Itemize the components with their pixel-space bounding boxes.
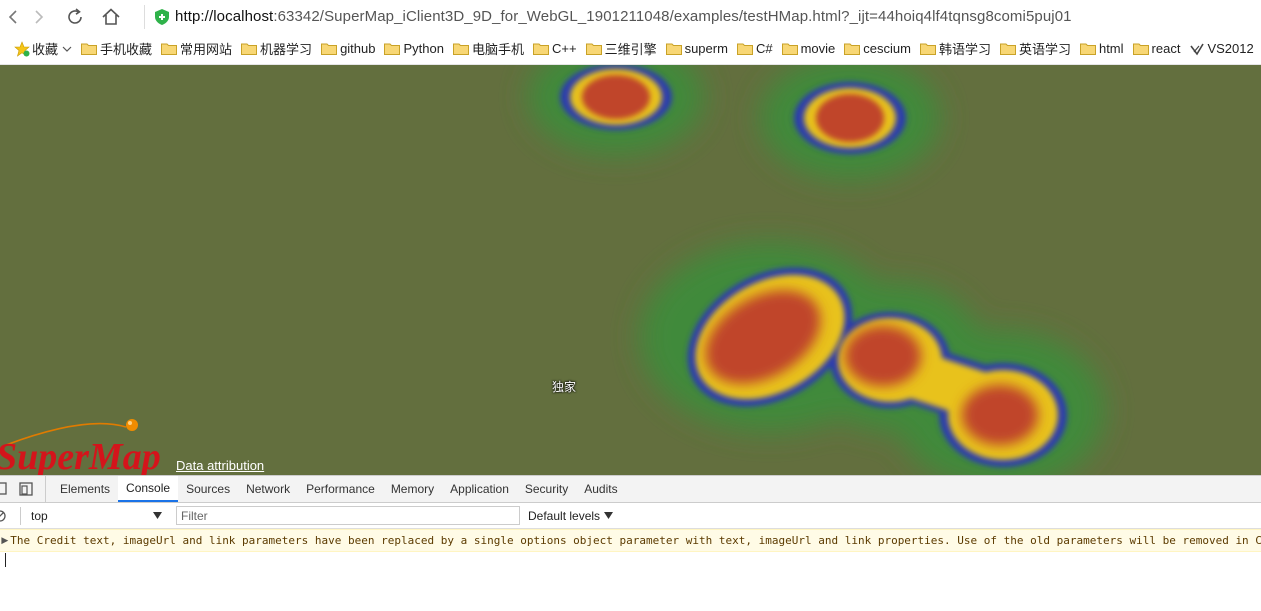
chevron-right-icon xyxy=(35,9,44,24)
map-place-label: 独家 xyxy=(552,380,577,394)
tab-application[interactable]: Application xyxy=(442,476,517,502)
devtools-tabbar: Elements Console Sources Network Performance… xyxy=(0,475,1261,503)
bookmark-item[interactable]: Python xyxy=(384,41,444,56)
tab-memory[interactable]: Memory xyxy=(383,476,442,502)
heat-blob xyxy=(528,65,704,155)
bookmark-item[interactable]: 英语学习 xyxy=(999,39,1071,58)
back-button[interactable] xyxy=(0,4,26,30)
folder-icon xyxy=(532,43,549,55)
tab-network[interactable]: Network xyxy=(238,476,298,502)
bookmark-item[interactable]: react xyxy=(1132,41,1180,56)
folder-icon xyxy=(999,43,1016,55)
vs-icon xyxy=(1190,43,1205,55)
bookmark-favorites[interactable]: 收藏 xyxy=(14,39,72,58)
bookmark-item[interactable]: VS2012 xyxy=(1189,41,1254,56)
folder-icon xyxy=(844,43,861,55)
url-field[interactable]: http://localhost:63342/SuperMap_iClient3… xyxy=(144,4,1072,29)
reload-button[interactable] xyxy=(62,4,88,30)
folder-icon xyxy=(81,43,98,55)
folder-icon xyxy=(241,43,258,55)
folder-icon xyxy=(665,43,682,55)
supermap-logo: SuperMap xyxy=(0,417,171,475)
folder-icon xyxy=(384,43,401,55)
console-toolbar: top Default levels xyxy=(0,503,1261,529)
forward-button[interactable] xyxy=(26,4,52,30)
folder-icon xyxy=(781,43,798,55)
reload-icon xyxy=(68,7,82,24)
chevron-left-icon xyxy=(8,9,17,24)
shield-icon xyxy=(155,8,169,25)
dropdown-arrow-icon xyxy=(153,512,162,519)
folder-icon xyxy=(919,43,936,55)
heatmap-viewport[interactable]: 独家 SuperMap Data attribution xyxy=(0,65,1261,475)
address-bar: http://localhost:63342/SuperMap_iClient3… xyxy=(0,0,1261,33)
bookmark-item[interactable]: superm xyxy=(665,41,728,56)
heat-blob-cluster xyxy=(640,242,1105,475)
bookmark-item[interactable]: html xyxy=(1079,41,1124,56)
dropdown-arrow-icon xyxy=(604,512,614,519)
console-filter-input[interactable] xyxy=(176,506,520,525)
chevron-down-icon xyxy=(62,46,72,52)
folder-icon xyxy=(736,43,753,55)
bookmark-item[interactable]: 三维引擎 xyxy=(585,39,657,58)
tab-console[interactable]: Console xyxy=(118,476,179,502)
data-attribution-link[interactable]: Data attribution xyxy=(176,458,264,473)
tab-performance[interactable]: Performance xyxy=(298,476,383,502)
bookmark-item[interactable]: 手机收藏 xyxy=(81,39,152,58)
console-prompt-caret[interactable] xyxy=(5,553,6,567)
tab-elements[interactable]: Elements xyxy=(52,476,118,502)
bookmark-item[interactable]: 常用网站 xyxy=(161,39,232,58)
folder-icon xyxy=(585,43,602,55)
bookmark-item[interactable]: C++ xyxy=(532,41,577,56)
devtools-tab-list: Elements Console Sources Network Performance… xyxy=(52,476,626,502)
bookmark-list: 手机收藏 常用网站 机器学习 github Python 电脑手机 C++ 三维引擎 super… xyxy=(81,39,1261,58)
bookmark-item[interactable]: 机器学习 xyxy=(241,39,312,58)
heat-blob xyxy=(760,65,940,180)
log-levels-dropdown[interactable]: Default levels xyxy=(528,509,614,523)
clear-console-icon[interactable] xyxy=(0,509,6,522)
bookmark-item[interactable]: C# xyxy=(736,41,773,56)
home-icon xyxy=(102,7,120,25)
url-text: http://localhost:63342/SuperMap_iClient3… xyxy=(175,8,1072,25)
device-toolbar-icon[interactable] xyxy=(18,481,34,497)
bookmark-item[interactable]: 韩语学习 xyxy=(919,39,991,58)
tab-audits[interactable]: Audits xyxy=(576,476,625,502)
expand-triangle-icon[interactable]: ▶ xyxy=(1,535,8,546)
tab-sources[interactable]: Sources xyxy=(178,476,238,502)
context-selector[interactable]: top xyxy=(20,506,166,525)
bookmark-item[interactable]: cescium xyxy=(844,41,911,56)
warning-text: The Credit text, imageUrl and link param… xyxy=(10,534,1261,547)
bookmarks-bar: 收藏 手机收藏 常用网站 机器学习 github Python 电脑手机 C++ 三维引擎 su… xyxy=(0,33,1261,65)
tab-security[interactable]: Security xyxy=(517,476,576,502)
svg-text:SuperMap: SuperMap xyxy=(0,436,161,475)
folder-icon xyxy=(1079,43,1096,55)
folder-icon xyxy=(1132,43,1149,55)
bookmark-item[interactable]: 电脑手机 xyxy=(452,39,524,58)
folder-icon xyxy=(452,43,469,55)
bookmark-item[interactable]: movie xyxy=(781,41,835,56)
home-button[interactable] xyxy=(98,4,124,30)
star-add-icon xyxy=(14,40,30,57)
folder-icon xyxy=(321,43,338,55)
bookmark-item[interactable]: github xyxy=(321,41,375,56)
console-warning-message[interactable]: ! ▶ The Credit text, imageUrl and link p… xyxy=(0,529,1261,552)
inspect-icon[interactable] xyxy=(0,482,8,496)
heatmap-layer xyxy=(528,65,1105,475)
folder-icon xyxy=(161,43,178,55)
